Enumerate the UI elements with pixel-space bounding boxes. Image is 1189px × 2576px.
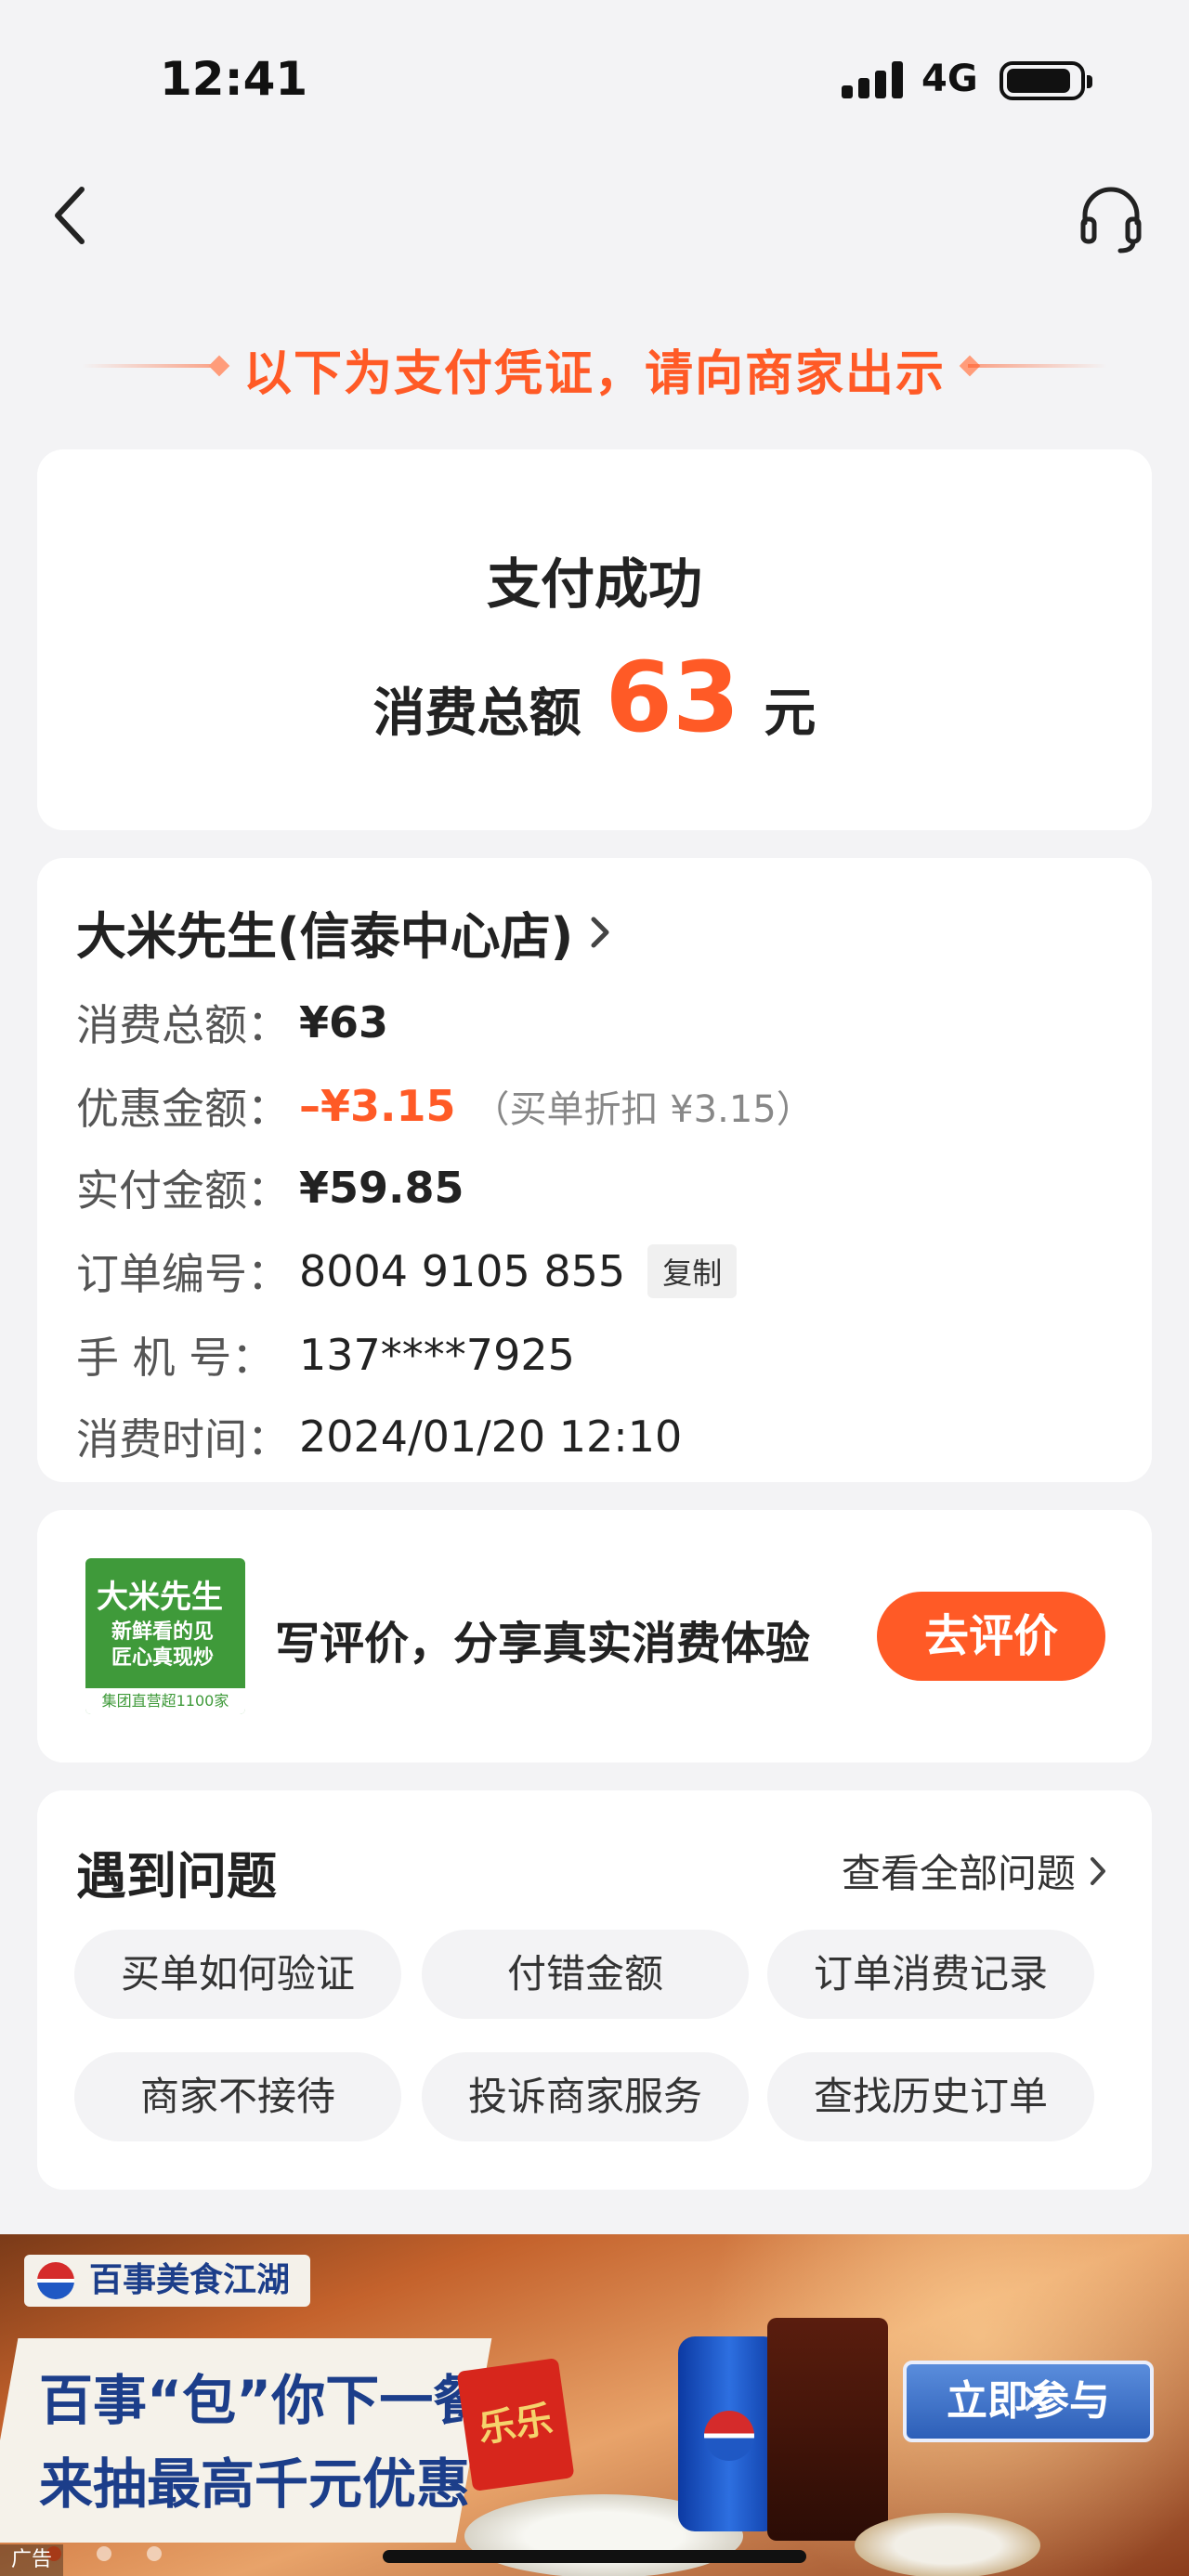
faq-title: 遇到问题 [76,1847,277,1906]
logo-slogan-line: 匠心真现炒 [111,1646,215,1670]
order-time: 2024/01/20 12:10 [299,1412,683,1462]
diamond-icon [208,355,230,377]
total-label: 消费总额 [372,683,581,744]
order-details-card: 大米先生(信泰中心店) 消费总额： ¥63 优惠金额： –¥3.15 （买单折扣… [37,858,1152,1482]
ad-brand: 百事美食江湖 [24,2255,311,2307]
view-all-label: 查看全部问题 [841,1851,1076,1896]
network-type: 4G [921,58,978,100]
detail-key: 实付金额： [76,1165,290,1216]
logo-footer: 集团直营超1100家 [85,1688,245,1714]
ad-tag: 广告 [0,2544,63,2576]
chevron-right-icon [1091,1856,1105,1885]
ad-brand-text: 百事美食江湖 [89,2261,291,2299]
detail-key: 消费时间： [76,1414,290,1464]
faq-chip[interactable]: 买单如何验证 [74,1930,401,2019]
detail-row-phone: 手 机 号： 137****7925 [76,1322,575,1387]
copy-button[interactable]: 复制 [647,1244,738,1298]
pepsi-can-image [678,2336,780,2531]
status-bar: 12:41 4G [0,0,1189,149]
faq-chip[interactable]: 付错金额 [422,1930,749,2019]
detail-value: ¥59.85 [299,1163,464,1213]
food-plate-image [855,2513,1040,2576]
detail-row-discount: 优惠金额： –¥3.15 （买单折扣 ¥3.15） [76,1073,814,1138]
detail-key: 手 机 号： [76,1333,275,1383]
carousel-dot [97,2546,111,2561]
voucher-note: 以下为支付凭证，请向商家出示 [0,334,1189,402]
carousel-dot [147,2546,162,2561]
logo-title: 大米先生 [97,1579,223,1616]
faq-chip[interactable]: 订单消费记录 [767,1930,1094,2019]
detail-key: 订单编号： [76,1249,290,1299]
ad-headline: 百事“包”你下一餐! [39,2369,512,2432]
divider-line [82,364,221,368]
faq-chip[interactable]: 查找历史订单 [767,2052,1094,2141]
home-indicator [383,2550,806,2563]
red-packet-image: 乐乐 [456,2357,575,2492]
detail-row-time: 消费时间： 2024/01/20 12:10 [76,1404,682,1469]
phone-number: 137****7925 [299,1330,575,1380]
signal-icon [842,61,907,98]
carousel-indicator [46,2546,197,2561]
detail-key: 消费总额： [76,1000,290,1050]
order-number: 8004 9105 855 [299,1246,626,1296]
payment-status: 支付成功 [486,553,702,616]
pepsi-logo-icon [37,2262,74,2299]
payment-success-card: 支付成功 消费总额 63 元 [37,449,1152,830]
headset-icon [1080,187,1142,254]
faq-chip[interactable]: 商家不接待 [74,2052,401,2141]
logo-slogan-line: 新鲜看的见 [111,1620,215,1644]
chevron-left-icon [55,187,85,244]
status-time: 12:41 [160,52,308,106]
pepsi-glass-image [767,2318,888,2541]
detail-key: 优惠金额： [76,1084,290,1134]
faq-chip[interactable]: 投诉商家服务 [422,2052,749,2141]
discount-note: （买单折扣 ¥3.15） [472,1088,814,1131]
divider-line [968,364,1107,368]
customer-service-button[interactable] [1078,182,1144,256]
detail-row-paid: 实付金额： ¥59.85 [76,1155,464,1220]
store-name: 大米先生(信泰中心店) [76,907,574,966]
logo-slogan: 新鲜看的见 匠心真现炒 [111,1620,214,1672]
store-link[interactable]: 大米先生(信泰中心店) [76,895,612,969]
total-amount: 63 [605,641,740,754]
review-card: 大米先生 新鲜看的见 匠心真现炒 集团直营超1100家 写评价，分享真实消费体验… [37,1510,1152,1763]
ad-banner[interactable]: 百事美食江湖 百事“包”你下一餐! 来抽最高千元优惠 乐乐 立即参与 ✕ 广告 [0,2234,1189,2576]
detail-row-total: 消费总额： ¥63 [76,990,388,1055]
close-icon[interactable]: ✕ [1016,2378,1057,2421]
battery-icon [1000,61,1092,100]
total-unit: 元 [764,683,817,744]
back-button[interactable] [45,182,104,249]
faq-card: 遇到问题 查看全部问题 买单如何验证 付错金额 订单消费记录 商家不接待 投诉商… [37,1790,1152,2190]
total-amount-line: 消费总额 63 元 [37,641,1152,754]
view-all-questions-link[interactable]: 查看全部问题 [842,1842,1107,1899]
review-prompt: 写评价，分享真实消费体验 [275,1618,811,1670]
detail-row-order-number: 订单编号： 8004 9105 855 复制 [76,1239,738,1304]
ad-subheadline: 来抽最高千元优惠 [39,2452,471,2516]
voucher-note-text: 以下为支付凭证，请向商家出示 [242,346,946,402]
detail-value: ¥63 [299,997,389,1047]
chevron-right-icon [591,917,609,947]
store-logo: 大米先生 新鲜看的见 匠心真现炒 集团直营超1100家 [85,1558,245,1714]
write-review-button[interactable]: 去评价 [877,1592,1105,1681]
discount-value: –¥3.15 [299,1081,456,1131]
